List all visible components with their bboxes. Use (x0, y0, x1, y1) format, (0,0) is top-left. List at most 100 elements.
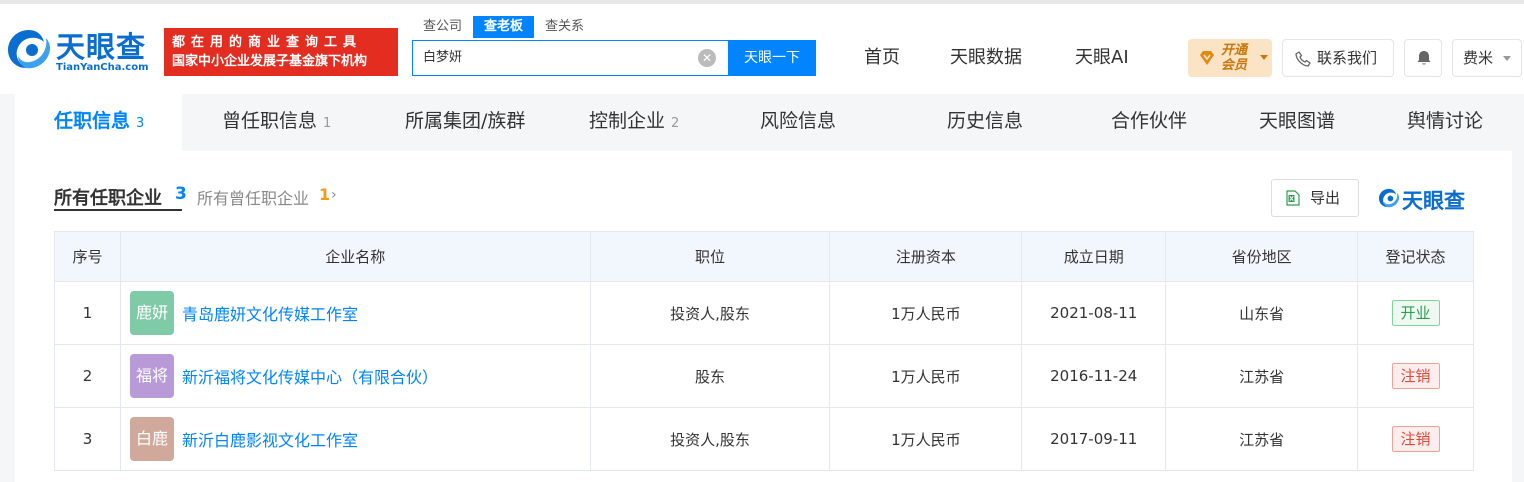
tab-group[interactable]: 所属集团/族群 (405, 94, 525, 151)
vip-label-line-1: 开通 (1221, 43, 1248, 58)
top-header: 天眼查 TianYanCha.com 都在用的商业查询工具 国家中小企业发展子基… (0, 0, 1524, 94)
diamond-icon (1200, 51, 1214, 65)
capital-cell: 1万人民币 (829, 344, 1023, 408)
chevron-right-icon[interactable]: › (331, 187, 337, 203)
chevron-down-icon (1503, 56, 1511, 61)
notification-button[interactable] (1404, 39, 1442, 77)
user-menu[interactable]: 费米 (1452, 39, 1522, 77)
position-cell: 投资人,股东 (589, 281, 831, 345)
table-row: 2 福将 新沂福将文化传媒中心（有限合伙） 股东 1万人民币 2016-11-24… (54, 344, 1474, 408)
positions-panel: 所有任职企业 3 所有曾任职企业 1 › 导出 天眼查 序号 企业名称 职位 注… (15, 151, 1512, 482)
status-badge: 注销 (1391, 426, 1440, 452)
tab-current-positions[interactable]: 任职信息 3 (15, 94, 182, 151)
tab-controlled-companies[interactable]: 控制企业 2 (589, 94, 679, 151)
excel-icon (1286, 190, 1300, 206)
company-avatar[interactable]: 鹿妍 (129, 291, 174, 335)
row-index: 3 (54, 407, 121, 471)
company-link[interactable]: 新沂福将文化传媒中心（有限合伙） (182, 364, 438, 388)
section-title-underline (54, 209, 182, 211)
search-type-tabs: 查公司 查老板 查关系 (412, 16, 595, 38)
former-positions-link[interactable]: 所有曾任职企业 (197, 185, 309, 209)
region-cell: 江苏省 (1165, 407, 1359, 471)
col-status: 登记状态 (1357, 231, 1474, 282)
table-header-row: 序号 企业名称 职位 注册资本 成立日期 省份地区 登记状态 (54, 231, 1474, 282)
tab-public-opinion[interactable]: 舆情讨论 (1407, 94, 1483, 151)
clear-icon[interactable]: ✕ (698, 49, 716, 67)
col-capital: 注册资本 (829, 231, 1023, 282)
status-badge: 注销 (1391, 363, 1440, 389)
company-avatar[interactable]: 白鹿 (129, 417, 174, 461)
vip-label-line-2: 会员 (1221, 58, 1248, 73)
logo-eye-icon (8, 30, 50, 69)
search-button[interactable]: 天眼一下 (728, 40, 816, 76)
export-button[interactable]: 导出 (1271, 179, 1359, 217)
logo[interactable]: 天眼查 TianYanCha.com (6, 24, 156, 78)
former-positions-count[interactable]: 1 (319, 185, 330, 204)
company-link[interactable]: 青岛鹿妍文化传媒工作室 (182, 301, 358, 325)
tab-label: 舆情讨论 (1407, 110, 1484, 132)
region-cell: 山东省 (1165, 281, 1359, 345)
table-row: 3 白鹿 新沂白鹿影视文化工作室 投资人,股东 1万人民币 2017-09-11 … (54, 407, 1474, 471)
section-title: 所有任职企业 (54, 188, 162, 209)
tab-former-positions[interactable]: 曾任职信息 1 (222, 94, 331, 151)
company-avatar[interactable]: 福将 (129, 354, 174, 398)
status-cell: 开业 (1357, 281, 1474, 345)
slogan-banner: 都在用的商业查询工具 国家中小企业发展子基金旗下机构 (164, 28, 398, 76)
company-link[interactable]: 新沂白鹿影视文化工作室 (182, 427, 358, 451)
search-tab-boss[interactable]: 查老板 (473, 16, 535, 38)
export-label: 导出 (1310, 189, 1341, 207)
logo-text: 天眼查 (56, 30, 147, 64)
date-cell: 2016-11-24 (1021, 344, 1167, 408)
tab-partners[interactable]: 合作伙伴 (1111, 94, 1187, 151)
tab-label: 所属集团/族群 (405, 110, 526, 132)
col-index: 序号 (54, 231, 121, 282)
company-cell: 鹿妍 青岛鹿妍文化传媒工作室 (119, 281, 591, 345)
col-date: 成立日期 (1021, 231, 1167, 282)
tab-count: 1 (323, 116, 332, 131)
search-input[interactable]: 白梦妍 (423, 41, 462, 75)
company-cell: 福将 新沂福将文化传媒中心（有限合伙） (119, 344, 591, 408)
bell-icon (1417, 51, 1431, 65)
slogan-line-1: 都在用的商业查询工具 (172, 35, 363, 50)
tab-graph[interactable]: 天眼图谱 (1259, 94, 1335, 151)
logo-subtext: TianYanCha.com (56, 62, 149, 73)
row-index: 1 (54, 281, 121, 345)
col-region: 省份地区 (1165, 231, 1359, 282)
vip-button[interactable]: 开通 会员 (1188, 39, 1272, 77)
section-count: 3 (175, 184, 187, 204)
date-cell: 2017-09-11 (1021, 407, 1167, 471)
capital-cell: 1万人民币 (829, 281, 1023, 345)
tab-label: 历史信息 (947, 110, 1024, 132)
nav-home[interactable]: 首页 (864, 44, 900, 72)
date-cell: 2021-08-11 (1021, 281, 1167, 345)
company-cell: 白鹿 新沂白鹿影视文化工作室 (119, 407, 591, 471)
tab-label: 曾任职信息 (222, 110, 318, 132)
contact-label: 联系我们 (1317, 49, 1378, 67)
profile-tabs: 任职信息 3 曾任职信息 1 所属集团/族群 控制企业 2 风险信息 历史信息 合作伙… (15, 94, 1512, 151)
status-cell: 注销 (1357, 407, 1474, 471)
tab-count: 2 (671, 116, 680, 131)
row-index: 2 (54, 344, 121, 408)
tab-label: 任职信息 (54, 110, 131, 132)
logo-eye-icon (1378, 188, 1400, 208)
tab-label: 天眼图谱 (1259, 110, 1336, 132)
region-cell: 江苏省 (1165, 344, 1359, 408)
search-box: 白梦妍 ✕ 天眼一下 (412, 40, 816, 76)
position-cell: 投资人,股东 (589, 407, 831, 471)
search-tab-company[interactable]: 查公司 (412, 16, 473, 38)
position-cell: 股东 (589, 344, 831, 408)
status-cell: 注销 (1357, 344, 1474, 408)
col-position: 职位 (589, 231, 831, 282)
brand-text: 天眼查 (1402, 189, 1465, 213)
tab-history[interactable]: 历史信息 (947, 94, 1023, 151)
nav-data[interactable]: 天眼数据 (950, 44, 1022, 72)
status-badge: 开业 (1391, 300, 1440, 326)
contact-button[interactable]: 联系我们 (1282, 39, 1394, 77)
col-company-name: 企业名称 (119, 231, 591, 282)
tab-label: 合作伙伴 (1111, 110, 1188, 132)
user-name: 费米 (1463, 49, 1494, 67)
chevron-down-icon (1260, 55, 1268, 60)
search-tab-relation[interactable]: 查关系 (534, 16, 595, 38)
nav-ai[interactable]: 天眼AI (1075, 44, 1129, 72)
tab-risk[interactable]: 风险信息 (760, 94, 836, 151)
